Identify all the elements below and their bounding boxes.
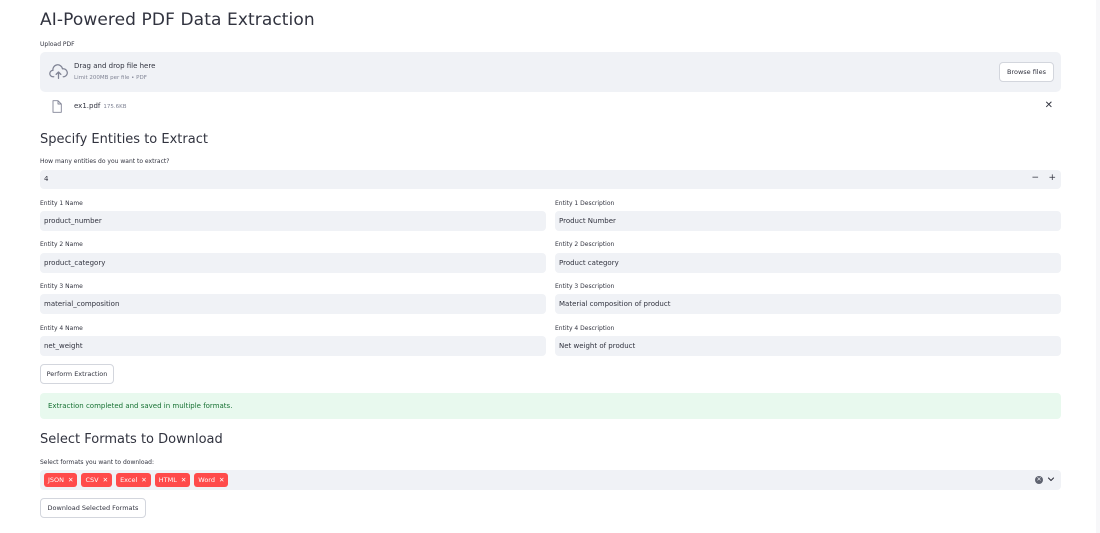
chip-excel: Excel ✕ [116,473,151,487]
download-heading: Select Formats to Download [40,432,223,447]
entity-count-value: 4 [44,175,49,183]
uploaded-file-row: ex1.pdf 175.6KB ✕ [40,97,1061,117]
entity-2-description-input[interactable]: Product category [555,253,1061,273]
file-name: ex1.pdf [74,102,101,110]
selected-format-chips: JSON ✕ CSV ✕ Excel ✕ HTML ✕ Word ✕ [44,473,229,487]
increment-button[interactable]: + [1048,173,1056,183]
entity-3-name-input[interactable]: material_composition [40,294,546,314]
close-icon[interactable]: ✕ [1045,100,1053,111]
entity-1-name-label: Entity 1 Name [40,200,83,207]
success-alert: Extraction completed and saved in multip… [40,393,1061,419]
format-select-label: Select formats you want to download: [40,459,155,466]
entity-1-name-input[interactable]: product_number [40,211,546,231]
dropzone-limit: Limit 200MB per file • PDF [74,75,147,81]
upload-label: Upload PDF [40,41,75,48]
entity-1-description-input[interactable]: Product Number [555,211,1061,231]
chip-html: HTML ✕ [154,473,191,487]
entity-3-description-input[interactable]: Material composition of product [555,294,1061,314]
entity-4-name-value: net_weight [44,342,83,350]
decrement-button[interactable]: − [1031,173,1039,183]
entity-1-name-value: product_number [44,217,102,225]
perform-extraction-button[interactable]: Perform Extraction [40,364,114,384]
success-message: Extraction completed and saved in multip… [48,402,233,410]
page-title: AI-Powered PDF Data Extraction [40,10,315,30]
entity-2-description-value: Product category [559,259,619,267]
chip-label: Word [198,476,215,484]
page-scrollbar[interactable] [1096,0,1100,533]
cloud-upload-icon [49,64,68,79]
browse-files-button[interactable]: Browse files [999,62,1054,82]
entity-1-description-value: Product Number [559,217,616,225]
clear-all-icon[interactable]: ✕ [1035,476,1043,484]
dropzone-instructions: Drag and drop file here [74,62,156,70]
remove-chip-icon[interactable]: ✕ [68,476,73,484]
entity-3-description-value: Material composition of product [559,300,671,308]
chip-label: HTML [158,476,177,484]
remove-chip-icon[interactable]: ✕ [181,476,186,484]
entity-2-name-input[interactable]: product_category [40,253,546,273]
entity-1-description-label: Entity 1 Description [555,200,615,207]
file-dropzone[interactable]: Drag and drop file here Limit 200MB per … [40,52,1061,92]
entity-3-name-value: material_composition [44,300,120,308]
entity-4-name-label: Entity 4 Name [40,325,83,332]
entity-4-name-input[interactable]: net_weight [40,336,546,356]
remove-chip-icon[interactable]: ✕ [103,476,108,484]
entity-3-name-label: Entity 3 Name [40,283,83,290]
entity-3-description-label: Entity 3 Description [555,283,615,290]
entity-4-description-label: Entity 4 Description [555,325,615,332]
file-icon [52,100,62,113]
chip-label: JSON [48,476,65,484]
chip-label: Excel [120,476,138,484]
entities-heading: Specify Entities to Extract [40,132,208,147]
chip-label: CSV [85,476,99,484]
entity-count-label: How many entities do you want to extract… [40,158,170,165]
entity-4-description-input[interactable]: Net weight of product [555,336,1061,356]
entity-count-input[interactable]: 4 − + [40,170,1061,189]
file-size: 175.6KB [103,104,127,110]
download-selected-button[interactable]: Download Selected Formats [40,498,146,518]
chip-json: JSON ✕ [44,473,78,487]
entity-2-name-value: product_category [44,259,106,267]
chevron-down-icon[interactable] [1047,475,1055,483]
format-multiselect[interactable]: JSON ✕ CSV ✕ Excel ✕ HTML ✕ Word ✕ ✕ [40,470,1061,490]
remove-chip-icon[interactable]: ✕ [141,476,146,484]
entity-4-description-value: Net weight of product [559,342,636,350]
remove-chip-icon[interactable]: ✕ [219,476,224,484]
uploaded-file: ex1.pdf 175.6KB [74,102,127,110]
chip-csv: CSV ✕ [81,473,113,487]
entity-2-description-label: Entity 2 Description [555,241,615,248]
chip-word: Word ✕ [194,473,229,487]
entity-2-name-label: Entity 2 Name [40,241,83,248]
